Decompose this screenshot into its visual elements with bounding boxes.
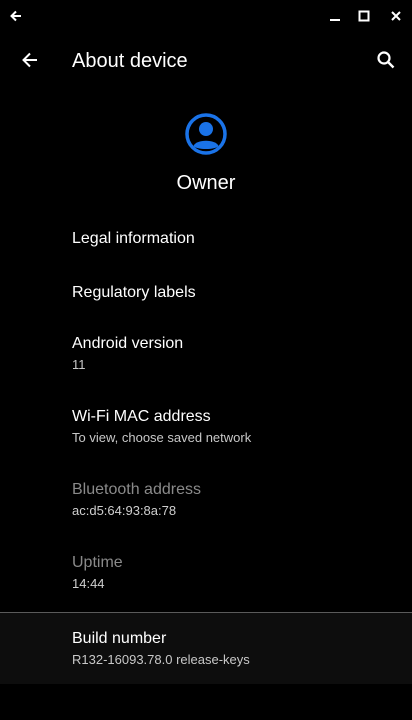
list-item-legal-information[interactable]: Legal information [0,212,412,266]
back-button[interactable] [12,42,48,78]
account-circle-icon [184,112,228,156]
list-item-title: Wi-Fi MAC address [72,408,211,425]
arrow-left-icon [22,52,37,68]
list-item-title: Android version [72,335,184,352]
list-item-title: Bluetooth address [72,481,201,498]
minimize-icon [330,19,340,21]
search-button[interactable] [370,44,402,76]
maximize-icon [358,10,370,22]
window-titlebar [0,0,412,32]
list-item-summary: ac:d5:64:93:8a:78 [72,503,177,518]
about-settings-list: Legal information Regulatory labels Andr… [0,212,412,612]
list-item-summary: 14:44 [72,576,105,591]
search-icon [377,51,395,69]
app-bar: About device [0,32,412,88]
list-item-title: Legal information [72,230,195,247]
arrow-left-icon [10,10,21,22]
list-item-android-version[interactable]: Android version 11 [0,320,412,393]
owner-name: Owner [176,172,236,194]
list-item-bluetooth-address: Bluetooth address ac:d5:64:93:8a:78 [0,466,412,539]
device-owner-header: Owner [0,112,412,196]
window-back-button[interactable] [4,4,28,28]
window-maximize-button[interactable] [352,4,376,28]
list-item-summary: 11 [72,357,86,372]
list-item-regulatory-labels[interactable]: Regulatory labels [0,266,412,320]
list-item-wifi-mac-address[interactable]: Wi-Fi MAC address To view, choose saved … [0,393,412,466]
list-item-title: Build number [72,630,167,647]
list-item-uptime: Uptime 14:44 [0,539,412,612]
window-close-button[interactable] [384,4,408,28]
page-title: About device [72,50,188,72]
list-item-title: Uptime [72,554,123,571]
list-item-title: Regulatory labels [72,284,196,301]
window-minimize-button[interactable] [323,4,347,28]
close-icon [391,11,401,21]
list-item-summary: To view, choose saved network [72,430,252,445]
list-item-summary: R132-16093.78.0 release-keys [72,652,250,667]
list-item-build-number[interactable]: Build number R132-16093.78.0 release-key… [0,613,412,684]
